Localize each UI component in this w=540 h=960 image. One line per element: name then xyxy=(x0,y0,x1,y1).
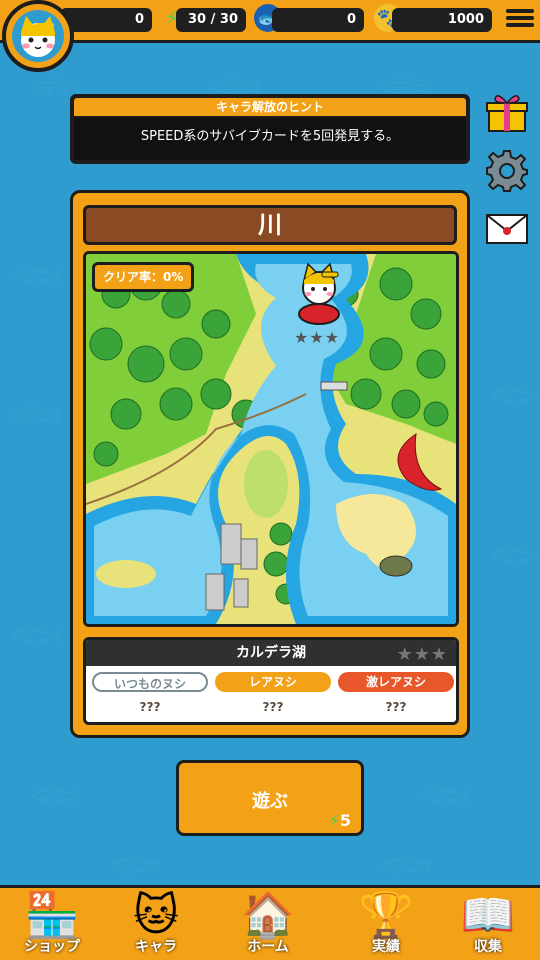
map-node-stars: ★★★ xyxy=(294,328,341,347)
hamburger-line xyxy=(506,23,534,27)
nav-chara[interactable]: 🐱 キャラ xyxy=(104,890,208,960)
shop-icon: 🏪 xyxy=(24,890,80,941)
settings-button[interactable] xyxy=(484,148,530,194)
fish-icon: 𓆟 xyxy=(10,614,63,658)
fish-icon: 𓆟 xyxy=(12,254,65,298)
menu-button[interactable] xyxy=(506,6,534,34)
nav-achievements[interactable]: 🏆 実績 xyxy=(334,890,438,960)
hint-title: キャラ解放のヒント xyxy=(74,98,466,116)
fish-currency-value: 0 xyxy=(346,12,356,27)
river-map-illustration xyxy=(86,254,456,624)
rarity-rare-value: ??? xyxy=(262,700,284,714)
gift-button[interactable] xyxy=(484,90,530,136)
play-button[interactable]: 遊ぶ ⚡5 xyxy=(176,760,364,836)
book-icon: 📖 xyxy=(460,890,516,941)
player-position-marker[interactable] xyxy=(296,254,342,328)
stage-title: 川 xyxy=(83,205,457,245)
fish-icon: 𓆟 xyxy=(380,844,433,888)
rarity-common-badge: いつものヌシ xyxy=(92,672,208,692)
stat-counter-1-value: 0 xyxy=(134,12,144,27)
nav-achievements-label: 実績 xyxy=(372,939,400,955)
fish-icon: 𓆟 xyxy=(110,844,163,888)
stage-map[interactable]: クリア率：0% ★★★ xyxy=(83,251,459,627)
rarity-common-value: ??? xyxy=(139,700,161,714)
play-cost: ⚡5 xyxy=(329,811,351,830)
cat-character-icon xyxy=(298,262,340,325)
nav-shop-label: ショップ xyxy=(24,939,80,955)
energy-value: 30 / 30 xyxy=(188,12,238,27)
rarity-rare-badge: レアヌシ xyxy=(215,672,331,692)
cat-icon: 🐱 xyxy=(133,890,179,941)
fish-icon: 𓆟 xyxy=(490,534,540,578)
fish-currency-counter: 0 xyxy=(272,8,364,32)
character-unlock-hint: キャラ解放のヒント SPEED系のサバイブカードを5回発見する。 xyxy=(70,94,470,164)
hamburger-icon xyxy=(506,9,534,13)
player-avatar[interactable] xyxy=(2,0,74,72)
bottom-navigation: 🏪 ショップ 🐱 キャラ 🏠 ホーム 🏆 実績 📖 収集 xyxy=(0,885,540,960)
top-status-bar: 0 ⚡ 30 / 30 🐟 0 🐾 1000 xyxy=(0,0,540,43)
location-name: カルデラ湖 xyxy=(236,645,306,661)
play-cost-value: 5 xyxy=(339,811,351,830)
energy-counter: 30 / 30 xyxy=(176,8,246,32)
nav-collection-label: 収集 xyxy=(474,939,502,955)
cat-avatar-icon xyxy=(21,16,55,57)
mail-button[interactable] xyxy=(484,206,530,252)
gift-icon xyxy=(486,95,528,132)
avatar-frame xyxy=(12,10,64,62)
stat-counter-1: 0 xyxy=(60,8,152,32)
energy-icon: ⚡ xyxy=(328,811,340,830)
house-icon: 🏠 xyxy=(240,890,296,941)
nav-shop[interactable]: 🏪 ショップ xyxy=(0,890,104,960)
nav-collection[interactable]: 📖 収集 xyxy=(436,890,540,960)
fish-icon: 𓆟 xyxy=(490,374,540,418)
fish-icon: 𓆟 xyxy=(30,774,83,818)
envelope-icon xyxy=(486,214,528,244)
location-info-panel: カルデラ湖 ★★★ いつものヌシ レアヌシ 激レアヌシ ??? ??? ??? xyxy=(83,637,459,725)
play-label: 遊ぶ xyxy=(252,791,288,812)
coin-counter: 1000 xyxy=(392,8,492,32)
nav-chara-label: キャラ xyxy=(135,939,177,955)
trophy-icon: 🏆 xyxy=(358,890,414,941)
fish-icon: 𓆟 xyxy=(420,774,473,818)
rarity-super-rare-badge: 激レアヌシ xyxy=(338,672,454,692)
hamburger-line xyxy=(506,16,534,20)
gear-icon xyxy=(486,150,528,192)
clear-rate-badge: クリア率：0% xyxy=(92,262,195,292)
location-header: カルデラ湖 ★★★ xyxy=(86,640,456,666)
location-stars: ★★★ xyxy=(396,644,448,665)
rarity-super-rare-value: ??? xyxy=(385,700,407,714)
stage-card: 川 クリア率：0% ★★★ カルデラ湖 ★★★ いつものヌシ レアヌシ 激レアヌ… xyxy=(70,190,470,738)
nav-home-label: ホーム xyxy=(247,939,289,955)
hint-text: SPEED系のサバイブカードを5回発見する。 xyxy=(74,118,466,160)
fish-icon: 𓆟 xyxy=(10,394,63,438)
coin-value: 1000 xyxy=(447,12,484,27)
nav-home[interactable]: 🏠 ホーム xyxy=(216,890,320,960)
